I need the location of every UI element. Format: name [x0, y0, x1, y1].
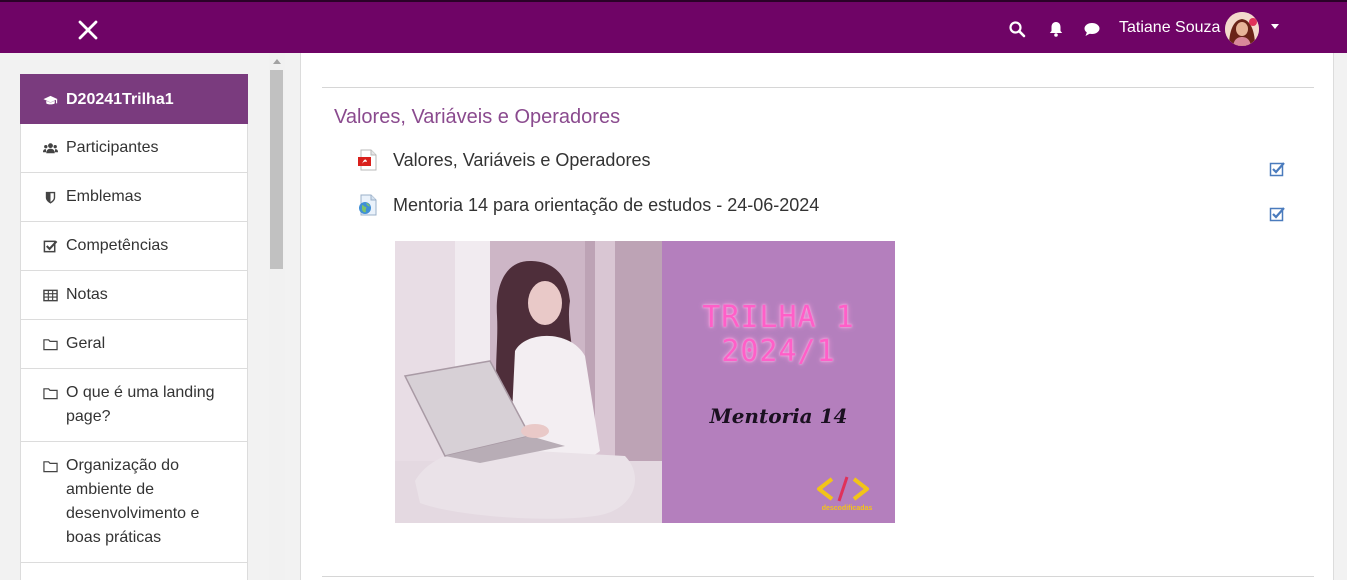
section-divider	[322, 87, 1314, 88]
section-divider	[322, 576, 1314, 577]
banner-title-panel: TRILHA 1 2024/1 Mentoria 14 descodificad…	[662, 241, 895, 523]
sidebar-item-label: Competências	[66, 237, 169, 254]
close-drawer-button[interactable]	[76, 18, 100, 42]
url-link-icon	[359, 194, 377, 216]
folder-icon	[41, 575, 59, 580]
close-icon	[78, 20, 98, 40]
bell-icon	[1049, 22, 1063, 37]
messages-button[interactable]	[1083, 20, 1101, 38]
checked-box-icon	[1269, 207, 1285, 222]
banner-title: TRILHA 1 2024/1	[702, 300, 855, 369]
scroll-up-arrow-icon[interactable]	[273, 59, 281, 64]
completion-checkbox[interactable]	[1269, 161, 1286, 178]
sidebar-item-general[interactable]: Geral	[20, 320, 248, 369]
activity-url-resource[interactable]: Mentoria 14 para orientação de estudos -…	[356, 192, 819, 218]
sidebar-item-badges[interactable]: Emblemas	[20, 173, 248, 222]
pdf-file-icon	[358, 149, 377, 171]
shield-icon	[41, 185, 59, 209]
course-navigation: D20241Trilha1 Participantes Emblemas Com…	[20, 74, 248, 580]
descodificadas-logo: descodificadas	[817, 476, 873, 512]
woman-with-laptop-photo	[395, 241, 662, 523]
sidebar-item-label: Organização do ambiente de desenvolvimen…	[66, 457, 200, 546]
mentoria-banner-image[interactable]: TRILHA 1 2024/1 Mentoria 14 descodificad…	[395, 241, 895, 523]
user-name[interactable]: Tatiane Souza	[1119, 18, 1220, 38]
sidebar-item-landing-page[interactable]: O que é uma landing page?	[20, 369, 248, 442]
users-icon	[41, 136, 59, 160]
sidebar-item-course-home[interactable]: D20241Trilha1	[20, 74, 248, 124]
svg-text:descodificadas: descodificadas	[822, 505, 873, 512]
completion-checkbox[interactable]	[1269, 206, 1286, 223]
avatar[interactable]	[1225, 12, 1259, 46]
section-title[interactable]: Valores, Variáveis e Operadores	[334, 105, 620, 129]
folder-icon	[41, 381, 59, 405]
user-menu-caret[interactable]	[1271, 24, 1279, 29]
sidebar-item-label: Notas	[66, 286, 108, 303]
search-button[interactable]	[1008, 20, 1026, 38]
sidebar-item-grades[interactable]: Notas	[20, 271, 248, 320]
activity-label: Valores, Variáveis e Operadores	[393, 150, 651, 170]
activity-label: Mentoria 14 para orientação de estudos -…	[393, 195, 820, 215]
course-content: Valores, Variáveis e Operadores Valores,…	[300, 53, 1334, 580]
banner-subtitle: Mentoria 14	[709, 404, 848, 428]
sidebar-item-competencies[interactable]: Competências	[20, 222, 248, 271]
sidebar-item-label: O que é uma landing page?	[66, 384, 215, 425]
search-icon	[1009, 21, 1026, 38]
graduation-cap-icon	[41, 88, 59, 112]
check-square-icon	[41, 234, 59, 258]
table-icon	[41, 283, 59, 307]
sidebar-item-label: D20241Trilha1	[66, 91, 174, 108]
top-navbar: Tatiane Souza	[0, 0, 1347, 53]
scrollbar-thumb[interactable]	[270, 70, 283, 269]
sidebar-item-label: Participantes	[66, 139, 159, 156]
sidebar-item-label: Geral	[66, 335, 106, 352]
sidebar-item-participants[interactable]: Participantes	[20, 124, 248, 173]
sidebar-item-label: Emblemas	[66, 188, 142, 205]
activity-pdf-resource[interactable]: Valores, Variáveis e Operadores	[356, 147, 650, 173]
chat-icon	[1084, 23, 1100, 36]
folder-icon	[41, 454, 59, 478]
notifications-button[interactable]	[1047, 20, 1065, 38]
checked-box-icon	[1269, 162, 1285, 177]
sidebar-item-next[interactable]	[20, 563, 248, 580]
folder-icon	[41, 332, 59, 356]
sidebar-item-dev-environment[interactable]: Organização do ambiente de desenvolvimen…	[20, 442, 248, 563]
